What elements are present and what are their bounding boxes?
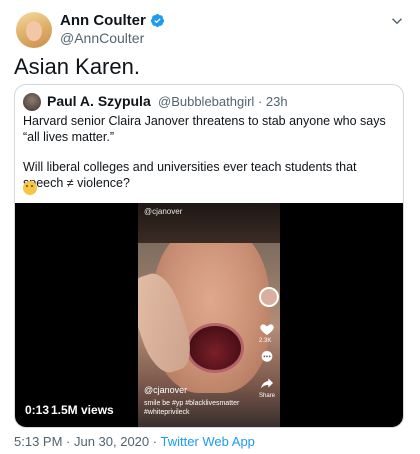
tweet-footer: 5:13 PM · Jun 30, 2020 · Twitter Web App bbox=[14, 434, 255, 449]
meta-separator: · bbox=[254, 94, 266, 109]
author-name[interactable]: Ann Coulter bbox=[60, 12, 146, 29]
tweet-source[interactable]: Twitter Web App bbox=[160, 434, 254, 449]
tiktok-overlay-handle: @cjanover bbox=[144, 385, 188, 395]
quoted-author-name: Paul A. Szypula bbox=[47, 93, 151, 109]
footer-separator: · bbox=[149, 434, 161, 449]
quoted-tweet-text: Harvard senior Claira Janover threatens … bbox=[23, 113, 393, 205]
chevron-down-icon[interactable] bbox=[388, 12, 406, 30]
quoted-paragraph-2: Will liberal colleges and universities e… bbox=[23, 160, 357, 190]
video-frame: @cjanover 2.3K Share @cjanover smile be … bbox=[138, 203, 280, 427]
verified-badge-icon bbox=[150, 13, 165, 28]
author-handle[interactable]: @AnnCoulter bbox=[60, 30, 144, 46]
quoted-author-meta: @Bubblebathgirl · 23h bbox=[158, 94, 288, 109]
tiktok-profile-avatar bbox=[259, 287, 279, 307]
quoted-paragraph-1: Harvard senior Claira Janover threatens … bbox=[23, 114, 386, 144]
comment-icon bbox=[261, 351, 273, 362]
tiktok-overlay-caption: smile be #yp #blacklivesmatter #whitepri… bbox=[144, 400, 240, 416]
video-mouth bbox=[186, 323, 244, 373]
like-count: 2.3K bbox=[259, 338, 272, 344]
author-avatar[interactable] bbox=[16, 12, 52, 48]
quoted-tweet-card[interactable]: Paul A. Szypula @Bubblebathgirl · 23h Ha… bbox=[14, 84, 404, 428]
quoted-author-handle: @Bubblebathgirl bbox=[158, 94, 255, 109]
tiktok-overlay-user: @cjanover bbox=[144, 207, 183, 216]
quoted-author-avatar bbox=[23, 93, 41, 111]
tweet-date[interactable]: 5:13 PM · Jun 30, 2020 bbox=[14, 434, 149, 449]
video-player[interactable]: @cjanover 2.3K Share @cjanover smile be … bbox=[15, 203, 403, 427]
tweet-text: Asian Karen. bbox=[14, 54, 140, 79]
heart-icon bbox=[260, 324, 274, 335]
avatar-face bbox=[26, 21, 42, 41]
quoted-tweet-time: 23h bbox=[265, 94, 288, 109]
video-views: 1.5M views bbox=[51, 403, 114, 417]
share-icon bbox=[261, 378, 273, 389]
video-duration: 0:13 bbox=[25, 403, 50, 417]
thinking-face-emoji-icon bbox=[23, 181, 37, 195]
